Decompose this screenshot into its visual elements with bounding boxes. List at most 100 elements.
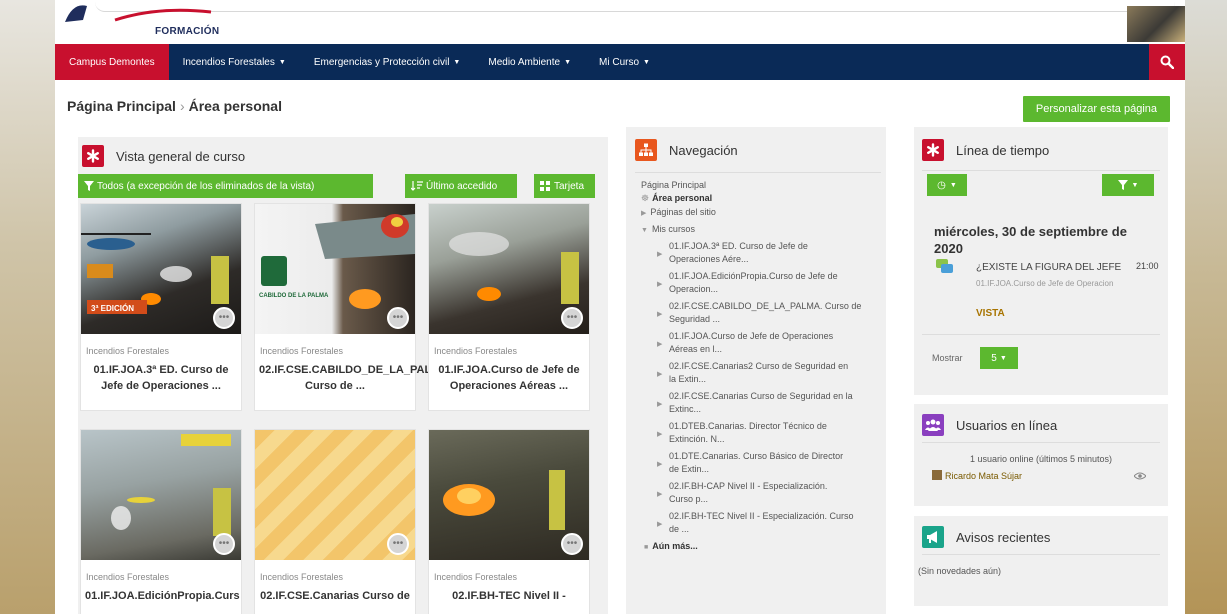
course-image[interactable]: 3ª EDICIÓN •••: [81, 204, 241, 334]
course-image[interactable]: •••: [429, 204, 589, 334]
nav-item[interactable]: Campus Demontes: [55, 44, 169, 80]
course-overview-title: Vista general de curso: [82, 145, 245, 167]
nav-course-line: 01.IF.JOA.EdiciónPropia.Curso de Jefe de: [669, 271, 838, 281]
nav-course-item[interactable]: ▶ 01.DTE.Canarias. Curso Básico de Direct…: [641, 450, 881, 476]
triangle-right-icon: ▶: [657, 281, 663, 288]
timeline-event-title[interactable]: ¿EXISTE LA FIGURA DEL JEFE: [976, 262, 1121, 273]
view-label: Tarjeta: [554, 180, 585, 192]
timeline-title: Línea de tiempo: [922, 139, 1049, 161]
nav-course-item[interactable]: ▶ 01.IF.JOA.EdiciónPropia.Curso de Jefe d…: [641, 270, 881, 296]
navigation-tree: Página Principal ☸ Área personal ▶ Páginas…: [641, 179, 881, 555]
view-dropdown-button[interactable]: Tarjeta: [534, 174, 595, 198]
recent-notices-empty: (Sin novedades aún): [918, 566, 1002, 576]
course-image[interactable]: CABILDO DE LA PALMA •••: [255, 204, 415, 334]
course-actions-menu[interactable]: •••: [213, 307, 235, 329]
course-card[interactable]: ••• Incendios Forestales 02.IF.CSE.Canar…: [254, 429, 416, 614]
course-name[interactable]: 01.IF.JOA.EdiciónPropia.Curs: [81, 582, 241, 604]
search-icon: [1160, 55, 1174, 69]
online-users-summary: 1 usuario online (últimos 5 minutos): [969, 454, 1113, 464]
nav-course-line: Operaciones Aére...: [669, 254, 749, 264]
nav-my-courses[interactable]: ▼ Mis cursos: [641, 223, 881, 238]
course-card[interactable]: CABILDO DE LA PALMA ••• Incendios Forest…: [254, 203, 451, 411]
nav-course-line: Extinc...: [669, 404, 702, 414]
bullet-icon: ■: [644, 544, 649, 551]
course-actions-menu[interactable]: •••: [561, 533, 583, 555]
course-image[interactable]: •••: [81, 430, 241, 560]
online-users-title-text: Usuarios en línea: [956, 417, 1058, 433]
asterisk-icon: [922, 139, 944, 161]
nav-item[interactable]: Emergencias y Protección civil ▼: [300, 44, 475, 80]
nav-course-item[interactable]: ▶ 02.IF.CSE.CABILDO_DE_LA_PALMA. Curso de…: [641, 300, 881, 326]
nav-course-item[interactable]: ▶ 02.IF.CSE.Canarias2 Curso de Seguridad …: [641, 360, 881, 386]
course-image[interactable]: •••: [255, 430, 415, 560]
timeline-filter-button[interactable]: ▼: [1102, 174, 1154, 196]
course-card[interactable]: ••• Incendios Forestales 01.IF.JOA.Edici…: [80, 429, 242, 614]
funnel-icon: [1117, 180, 1128, 190]
nav-course-line: 02.IF.CSE.Canarias Curso de Seguridad en…: [669, 391, 853, 401]
caret-down-icon: ▼: [1131, 181, 1139, 189]
nav-item-label: Medio Ambiente: [488, 56, 561, 68]
nav-course-item[interactable]: ▶ 01.DTEB.Canarias. Director Técnico de Ex…: [641, 420, 881, 446]
nav-personal-area[interactable]: ☸ Área personal: [641, 192, 881, 205]
online-users-block: Usuarios en línea 1 usuario online (últi…: [914, 404, 1168, 506]
timeline-event-course: 01.IF.JOA.Curso de Jefe de Operacion: [976, 279, 1114, 288]
course-actions-menu[interactable]: •••: [561, 307, 583, 329]
nav-item-label: Incendios Forestales: [182, 56, 275, 68]
timeline-show-count-button[interactable]: 5 ▼: [980, 347, 1018, 369]
course-overview-title-text: Vista general de curso: [116, 148, 246, 164]
course-actions-menu[interactable]: •••: [213, 533, 235, 555]
filter-dropdown-button[interactable]: Todos (a excepción de los eliminados de …: [78, 174, 373, 198]
timeline-range-button[interactable]: ◷ ▼: [927, 174, 967, 196]
nav-course-line: de Extin...: [669, 464, 710, 474]
online-users-title: Usuarios en línea: [922, 414, 1057, 436]
nav-more-label: Aún más...: [652, 541, 698, 551]
course-name[interactable]: 01.IF.JOA.Curso de Jefe de Operaciones A…: [429, 356, 589, 394]
filter-label: Todos (a excepción de los eliminados de …: [97, 180, 315, 192]
online-user[interactable]: Ricardo Mata Sújar: [932, 470, 1022, 481]
course-name[interactable]: 02.IF.CSE.CABILDO_DE_LA_PALMA. Curso de …: [255, 356, 451, 394]
course-card[interactable]: ••• Incendios Forestales 01.IF.JOA.Curso…: [428, 203, 590, 411]
divider: [922, 442, 1160, 443]
course-actions-menu[interactable]: •••: [387, 307, 409, 329]
nav-course-item[interactable]: ▶ 02.IF.BH-CAP Nivel II - Especialización…: [641, 480, 881, 506]
recent-notices-block: Avisos recientes (Sin novedades aún): [914, 516, 1168, 606]
course-image[interactable]: •••: [429, 430, 589, 560]
course-card[interactable]: 3ª EDICIÓN ••• Incendios Forestales 01.I…: [80, 203, 242, 411]
nav-course-line: 01.IF.JOA.Curso de Jefe de Operaciones: [669, 331, 834, 341]
caret-down-icon: ▼: [949, 181, 957, 189]
logo-swoosh-icon[interactable]: [63, 2, 213, 24]
nav-course-item[interactable]: ▶ 02.IF.CSE.Canarias Curso de Seguridad e…: [641, 390, 881, 416]
eye-icon[interactable]: [1134, 472, 1146, 480]
caret-down-icon: ▼: [564, 58, 572, 66]
course-card[interactable]: ••• Incendios Forestales 02.IF.BH-TEC Ni…: [428, 429, 590, 614]
nav-course-line: 01.IF.JOA.3ª ED. Curso de Jefe de: [669, 241, 808, 251]
clock-icon: ◷: [937, 179, 946, 191]
edition-badge-text: 3ª EDICIÓN: [91, 304, 134, 313]
course-name[interactable]: 02.IF.BH-TEC Nivel II -: [429, 582, 589, 604]
timeline-event-action[interactable]: VISTA: [976, 308, 1005, 319]
nav-course-item[interactable]: ▶ 02.IF.BH-TEC Nivel II - Especialización…: [641, 510, 881, 536]
nav-site-pages[interactable]: ▶ Páginas del sitio: [641, 206, 881, 221]
nav-home-link[interactable]: Página Principal: [641, 179, 881, 192]
breadcrumb-home[interactable]: Página Principal: [67, 98, 176, 114]
course-actions-menu[interactable]: •••: [387, 533, 409, 555]
course-name[interactable]: 02.IF.CSE.Canarias Curso de: [255, 582, 415, 604]
caret-down-icon: ▼: [278, 58, 286, 66]
course-category: Incendios Forestales: [434, 346, 518, 356]
sort-dropdown-button[interactable]: Último accedido: [405, 174, 517, 198]
nav-more-link[interactable]: ■ Aún más...: [641, 540, 881, 555]
timeline-title-text: Línea de tiempo: [956, 142, 1050, 158]
nav-item[interactable]: Medio Ambiente ▼: [474, 44, 585, 80]
nav-item[interactable]: Mi Curso ▼: [585, 44, 664, 80]
nav-course-item[interactable]: ▶ 01.IF.JOA.3ª ED. Curso de Jefe de Operac…: [641, 240, 881, 266]
divider: [922, 554, 1160, 555]
search-button[interactable]: [1149, 44, 1185, 80]
nav-item[interactable]: Incendios Forestales ▼: [169, 44, 300, 80]
triangle-right-icon: ▶: [657, 431, 663, 438]
nav-my-courses-label: Mis cursos: [651, 223, 695, 234]
sitemap-icon: [635, 139, 657, 161]
course-name[interactable]: 01.IF.JOA.3ª ED. Curso de Jefe de Operac…: [81, 356, 241, 394]
nav-course-item[interactable]: ▶ 01.IF.JOA.Curso de Jefe de Operaciones A…: [641, 330, 881, 356]
logo-text[interactable]: FORMACIÓN: [155, 26, 219, 37]
customize-page-button[interactable]: Personalizar esta página: [1022, 96, 1170, 122]
